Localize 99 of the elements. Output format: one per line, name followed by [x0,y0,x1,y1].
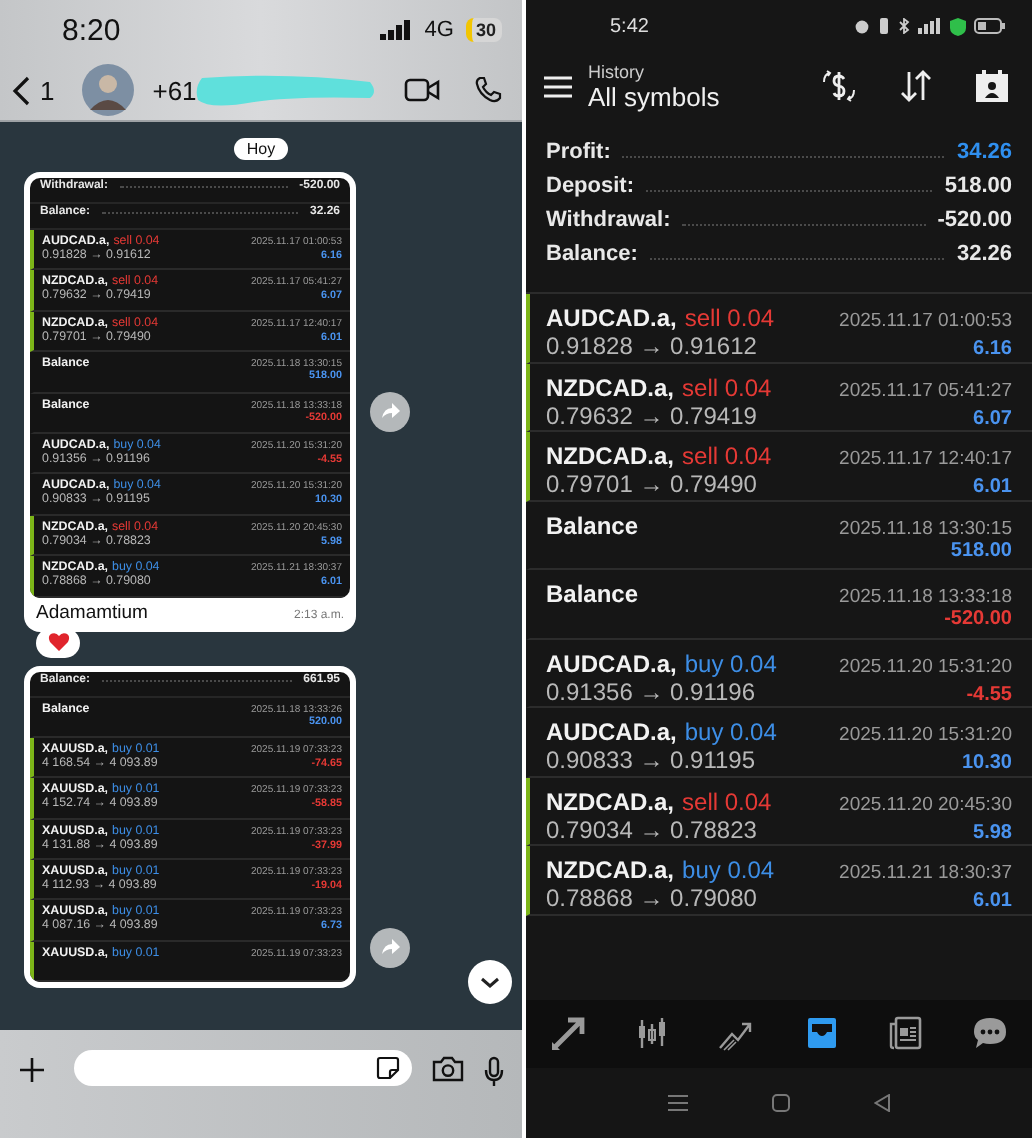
sort-icon[interactable] [900,70,932,102]
scroll-down-icon[interactable] [468,960,512,1004]
summary-label: Profit: [546,140,611,164]
order-type: buy 0.04 [684,649,777,677]
forward-icon[interactable] [370,928,410,968]
order-type: sell 0.04 [682,373,772,401]
deal-prices: 0.79701 → 0.79490 [546,470,757,498]
alarm-icon [854,18,870,34]
back-icon[interactable] [12,75,30,105]
deal-profit: 6.01 [973,476,1012,498]
deal-profit: -520.00 [944,608,1012,630]
deal-symbol: AUDCAD.a, [546,304,677,332]
inbox-icon[interactable] [803,1016,840,1052]
date-chip: Hoy [234,138,288,160]
deal-symbol: Balance [546,511,639,539]
phone-icon[interactable] [474,76,502,104]
deal-symbol: NZDCAD.a, [546,373,675,401]
summary-value: 518.00 [944,174,1012,198]
deal-profit: 6.07 [973,407,1012,429]
deal-symbol: NZDCAD.a, [546,787,675,815]
vibrate-icon [878,18,890,34]
message-field[interactable] [74,1050,412,1086]
deal-symbol: NZDCAD.a, [546,856,675,884]
deal-symbol: AUDCAD.a, [546,649,677,677]
deal-time: 2025.11.18 13:33:18 [839,586,1012,608]
deal-prices: 0.91356 → 0.91196 [546,677,756,705]
order-type: buy 0.04 [682,856,775,884]
summary-label: Deposit: [546,174,634,198]
deal-profit: 518.00 [950,539,1012,561]
screen-title[interactable]: All symbols [588,81,720,111]
summary-value: -520.00 [937,208,1012,232]
deal-prices: 0.79632 → 0.79419 [546,401,757,429]
deal-symbol: AUDCAD.a, [546,718,677,746]
chat-bubble-icon[interactable] [971,1016,1008,1052]
deal-row[interactable]: AUDCAD.a, sell 0.04 2025.11.17 01:00:53 0.91828 → 0.91612 6.16 [526,294,1032,363]
deal-row[interactable]: NZDCAD.a, buy 0.04 2025.11.21 18:30:37 0.78868 → 0.79080 6.01 [526,846,1032,915]
microphone-icon[interactable] [484,1056,504,1088]
deal-profit: 10.30 [961,752,1012,774]
arrows-icon[interactable] [550,1016,587,1052]
order-type: sell 0.04 [684,304,775,332]
unread-count: 1 [40,75,55,105]
candlestick-icon[interactable] [634,1016,671,1052]
order-type: sell 0.04 [682,787,772,815]
network-label: 4G [424,18,454,42]
deal-row[interactable]: NZDCAD.a, sell 0.04 2025.11.17 12:40:17 0.79701 → 0.79490 6.01 [526,432,1032,501]
deal-symbol: Balance [546,580,639,608]
deal-time: 2025.11.20 20:45:30 [839,793,1012,815]
order-type: sell 0.04 [682,442,772,470]
summary-label: Balance: [546,242,638,266]
summary-label: Withdrawal: [546,208,671,232]
status-time: 8:20 [62,13,121,47]
reaction-badge[interactable] [36,627,80,658]
currency-exchange-icon[interactable] [822,70,856,102]
calendar-icon[interactable] [976,70,1008,102]
deal-row[interactable]: NZDCAD.a, sell 0.04 2025.11.20 20:45:30 0.79034 → 0.78823 5.98 [526,777,1032,846]
status-time: 5:42 [610,15,649,37]
deal-time: 2025.11.17 12:40:17 [839,448,1012,470]
deal-row[interactable]: AUDCAD.a, buy 0.04 2025.11.20 15:31:20 0.91356 → 0.91196 -4.55 [526,639,1032,708]
deal-time: 2025.11.17 05:41:27 [839,379,1012,401]
message-text: Adamamtium [36,601,150,624]
deal-row[interactable]: Balance 2025.11.18 13:33:18 -520.00 [526,570,1032,639]
deal-time: 2025.11.21 18:30:37 [839,862,1012,884]
camera-icon[interactable] [432,1056,464,1082]
recents-icon[interactable] [668,1094,688,1112]
sticker-icon[interactable] [376,1056,400,1080]
deal-profit: -4.55 [966,683,1012,705]
order-type: buy 0.04 [684,718,777,746]
deal-profit: 6.16 [973,338,1012,360]
bluetooth-icon [898,18,910,34]
shield-icon [950,17,966,35]
deal-row[interactable]: AUDCAD.a, buy 0.04 2025.11.20 15:31:20 0.90833 → 0.91195 10.30 [526,708,1032,777]
battery-level: 30 [465,18,502,42]
deal-profit: 6.01 [973,890,1012,912]
signal-icon [380,20,413,40]
deal-prices: 0.79034 → 0.78823 [546,815,757,843]
battery-icon [974,18,1006,34]
video-call-icon[interactable] [404,78,440,102]
deal-time: 2025.11.20 15:31:20 [839,724,1012,746]
deal-prices: 0.90833 → 0.91195 [546,746,756,774]
menu-icon[interactable] [544,75,572,97]
signal-icon [918,18,942,34]
contact-name[interactable]: +61 [152,75,197,105]
avatar[interactable] [82,64,135,116]
deal-time: 2025.11.20 15:31:20 [839,655,1012,677]
newspaper-icon[interactable] [887,1016,924,1052]
deal-time: 2025.11.18 13:30:15 [839,517,1012,539]
summary-value: 34.26 [956,140,1012,164]
deal-prices: 0.91828 → 0.91612 [546,332,757,360]
deal-row[interactable]: NZDCAD.a, sell 0.04 2025.11.17 05:41:27 0.79632 → 0.79419 6.07 [526,363,1032,432]
deal-prices: 0.78868 → 0.79080 [546,884,757,912]
forward-icon[interactable] [370,392,410,432]
deal-time: 2025.11.17 01:00:53 [839,310,1012,332]
screen-subtitle: History [588,61,647,81]
deal-row[interactable]: Balance 2025.11.18 13:30:15 518.00 [526,501,1032,570]
deal-symbol: NZDCAD.a, [546,442,675,470]
plus-icon[interactable] [18,1056,46,1084]
deal-profit: 5.98 [973,821,1012,843]
summary-value: 32.26 [956,242,1012,266]
home-icon[interactable] [772,1094,790,1112]
